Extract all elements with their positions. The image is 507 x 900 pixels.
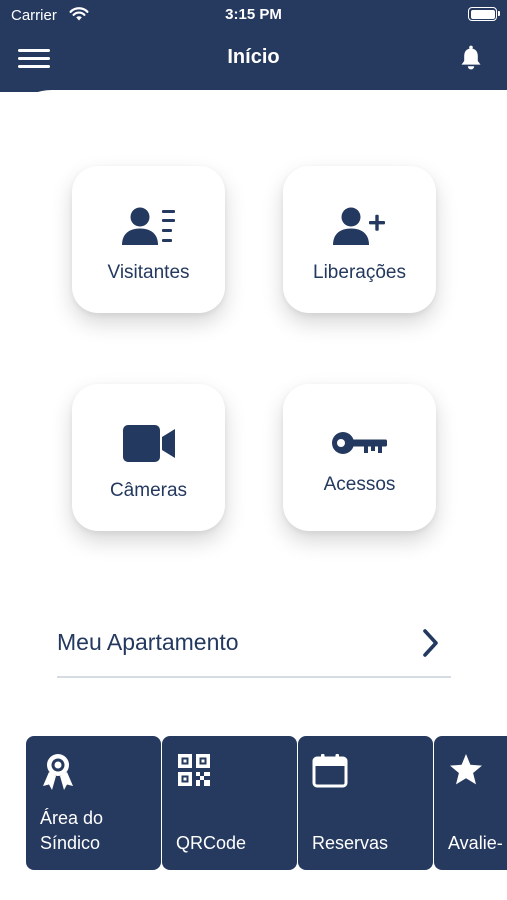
tile-icon-wrap xyxy=(72,424,225,464)
award-badge-icon xyxy=(43,754,73,790)
video-camera-icon xyxy=(122,425,175,462)
shortcut-label: Reservas xyxy=(312,833,389,853)
contact-card-icon xyxy=(121,207,175,245)
tile-label: Liberações xyxy=(313,262,406,283)
calendar-icon xyxy=(312,754,348,788)
status-bar: Carrier 3:15 PM xyxy=(0,0,507,30)
shortcut-label: QRCode xyxy=(176,833,247,853)
key-icon xyxy=(331,432,387,454)
qrcode-icon xyxy=(178,754,210,786)
tile-icon-wrap xyxy=(283,204,436,248)
star-icon xyxy=(450,754,482,785)
shortcut-carousel[interactable]: Área do Síndico QRCode Reservas Avalie- xyxy=(26,736,507,870)
tile-liberacoes[interactable]: Liberações xyxy=(283,166,436,313)
tile-label: Visitantes xyxy=(107,262,190,283)
shortcut-reservas[interactable]: Reservas xyxy=(298,736,433,870)
tile-icon-wrap xyxy=(283,430,436,458)
status-time: 3:15 PM xyxy=(225,6,282,23)
shortcut-qrcode[interactable]: QRCode xyxy=(162,736,297,870)
shortcut-label: Avalie- xyxy=(448,833,503,853)
chevron-right-icon xyxy=(423,629,438,657)
shortcut-avalie[interactable]: Avalie- xyxy=(434,736,507,870)
tile-cameras[interactable]: Câmeras xyxy=(72,384,225,531)
page-title: Início xyxy=(227,46,280,68)
top-bar: Carrier 3:15 PM Início xyxy=(0,0,507,92)
tile-visitantes[interactable]: Visitantes xyxy=(72,166,225,313)
battery-icon xyxy=(468,7,500,21)
shortcut-area-do-sindico[interactable]: Área do Síndico xyxy=(26,736,161,870)
tile-acessos[interactable]: Acessos xyxy=(283,384,436,531)
bell-icon[interactable] xyxy=(457,44,485,72)
tile-label: Câmeras xyxy=(109,480,188,501)
tile-icon-wrap xyxy=(72,204,225,248)
tile-label: Acessos xyxy=(323,474,396,495)
shortcut-label: Área do Síndico xyxy=(40,808,104,853)
meu-apartamento-row[interactable]: Meu Apartamento xyxy=(57,620,451,678)
meu-apartamento-label: Meu Apartamento xyxy=(57,629,239,655)
user-plus-icon xyxy=(332,207,385,245)
